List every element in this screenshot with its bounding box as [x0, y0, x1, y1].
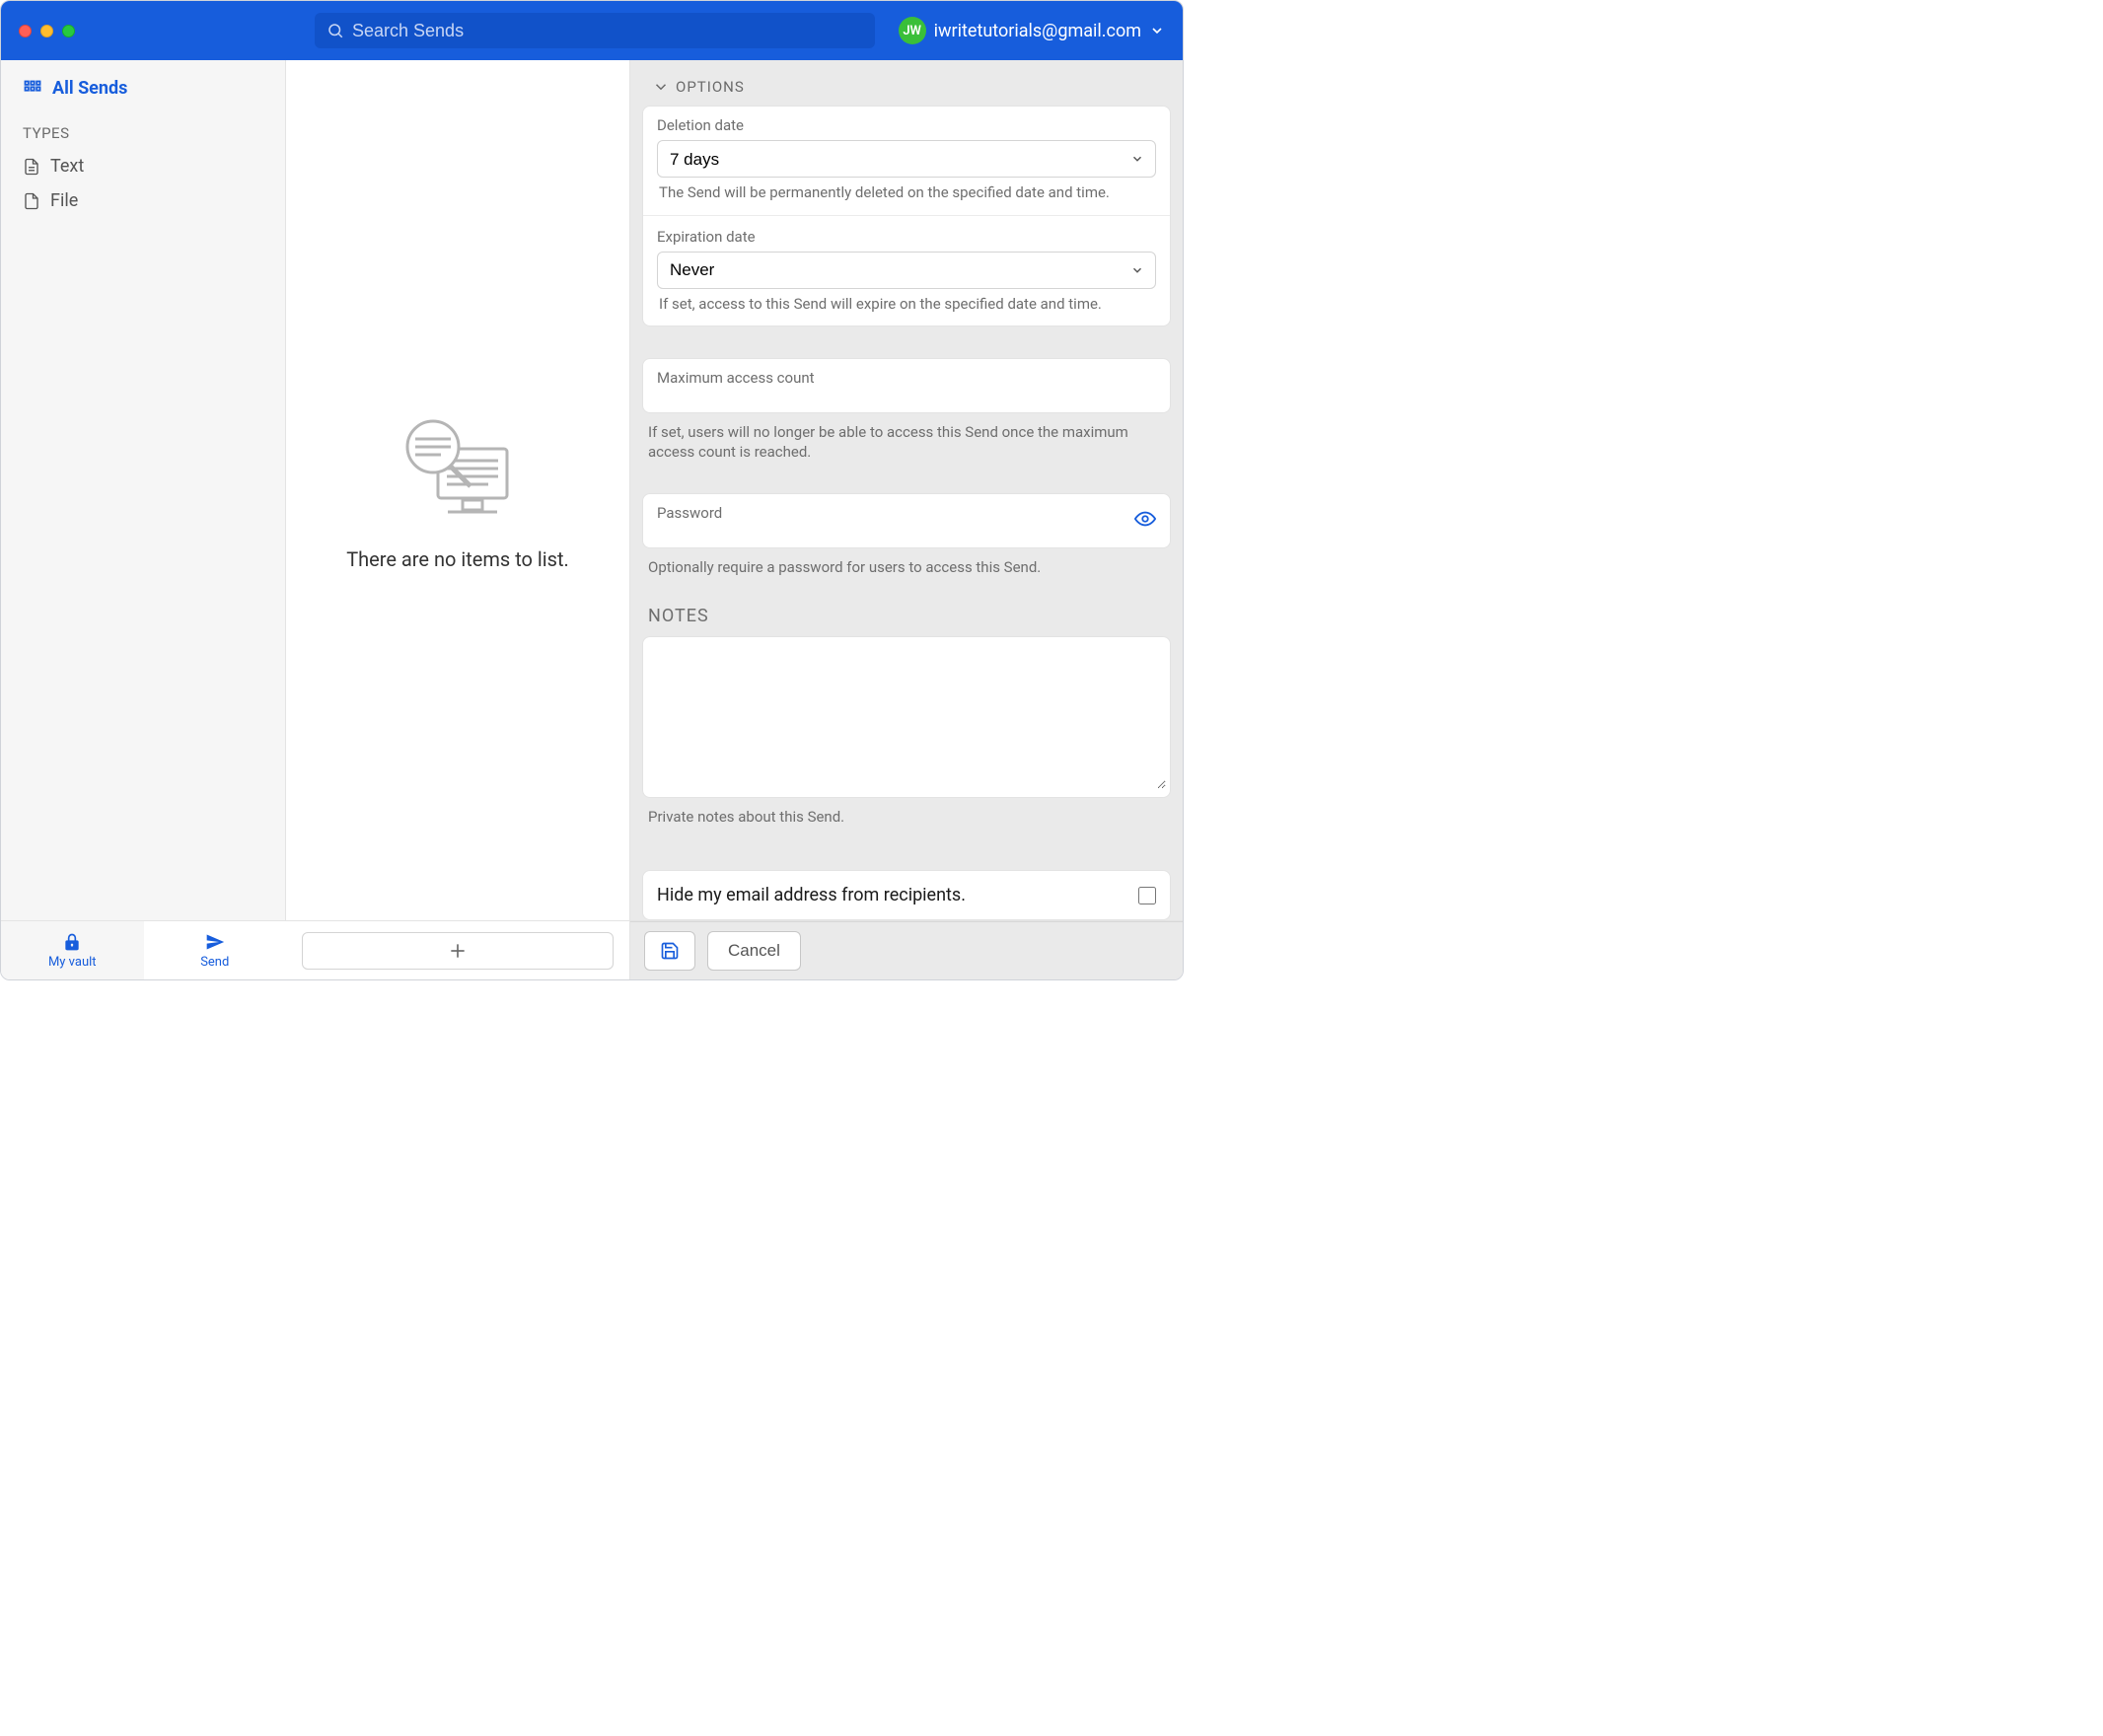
notes-textarea[interactable] [647, 641, 1166, 789]
item-list: There are no items to list. [286, 60, 630, 920]
toggle-password-visibility-button[interactable] [1134, 508, 1156, 534]
text-file-icon [23, 158, 40, 176]
tab-my-vault[interactable]: My vault [1, 921, 144, 979]
max-access-help: If set, users will no longer be able to … [648, 423, 1165, 462]
tab-label: Send [200, 955, 229, 970]
expiration-date-help: If set, access to this Send will expire … [657, 295, 1156, 315]
password-label: Password [657, 504, 1156, 522]
bottombar: My vault Send Cancel [1, 920, 1183, 979]
add-area [286, 921, 630, 979]
sidebar-heading-types: TYPES [23, 124, 263, 142]
grid-icon [23, 79, 42, 99]
account-menu[interactable]: JW iwritetutorials@gmail.com [899, 17, 1165, 44]
notes-help: Private notes about this Send. [648, 808, 1165, 828]
detail-panel: OPTIONS Deletion date 7 days The Send wi… [630, 60, 1183, 920]
maximize-window-button[interactable] [62, 25, 75, 37]
save-icon [660, 941, 680, 961]
empty-state-icon [394, 409, 522, 518]
titlebar: JW iwritetutorials@gmail.com [1, 1, 1183, 60]
hide-email-label: Hide my email address from recipients. [657, 885, 966, 905]
sidebar-item-label: All Sends [52, 78, 127, 99]
avatar: JW [899, 17, 926, 44]
search-field[interactable] [315, 13, 875, 48]
action-area: Cancel [630, 921, 1183, 979]
close-window-button[interactable] [19, 25, 32, 37]
notes-heading: NOTES [648, 606, 1165, 626]
app-window: JW iwritetutorials@gmail.com All Sends T… [0, 0, 1184, 980]
window-controls [19, 25, 98, 37]
hide-email-checkbox[interactable] [1138, 887, 1156, 904]
sidebar: All Sends TYPES Text File [1, 60, 286, 920]
sidebar-item-file[interactable]: File [23, 190, 263, 211]
account-email: iwritetutorials@gmail.com [934, 21, 1141, 41]
empty-state-text: There are no items to list. [346, 547, 569, 571]
chevron-down-icon [652, 78, 670, 96]
deletion-date-select[interactable]: 7 days [657, 140, 1156, 178]
password-help: Optionally require a password for users … [648, 558, 1165, 578]
plus-icon [448, 941, 468, 961]
body: All Sends TYPES Text File [1, 60, 1183, 920]
nav-tabs: My vault Send [1, 921, 286, 979]
sidebar-item-text[interactable]: Text [23, 156, 263, 177]
save-button[interactable] [644, 931, 695, 971]
minimize-window-button[interactable] [40, 25, 53, 37]
hide-email-card: Hide my email address from recipients. [642, 870, 1171, 920]
search-input[interactable] [352, 21, 863, 41]
expiration-date-label: Expiration date [657, 228, 1156, 246]
lock-icon [62, 932, 82, 952]
send-icon [205, 932, 225, 952]
file-icon [23, 192, 40, 210]
max-access-label: Maximum access count [657, 369, 1156, 387]
sidebar-item-label: File [50, 190, 78, 211]
options-heading: OPTIONS [676, 78, 745, 96]
chevron-down-icon [1149, 23, 1165, 38]
sidebar-item-label: Text [50, 156, 84, 177]
sidebar-item-all-sends[interactable]: All Sends [23, 78, 263, 99]
max-access-card: Maximum access count [642, 358, 1171, 413]
tab-label: My vault [48, 955, 97, 970]
notes-card [642, 636, 1171, 798]
add-button[interactable] [302, 932, 614, 970]
deletion-date-label: Deletion date [657, 116, 1156, 134]
tab-send[interactable]: Send [144, 921, 287, 979]
cancel-button[interactable]: Cancel [707, 931, 801, 971]
search-icon [326, 22, 344, 39]
expiration-date-select[interactable]: Never [657, 252, 1156, 289]
options-toggle[interactable]: OPTIONS [642, 60, 1171, 106]
eye-icon [1134, 508, 1156, 530]
password-card: Password [642, 493, 1171, 548]
deletion-date-help: The Send will be permanently deleted on … [657, 183, 1156, 203]
options-card: Deletion date 7 days The Send will be pe… [642, 106, 1171, 326]
